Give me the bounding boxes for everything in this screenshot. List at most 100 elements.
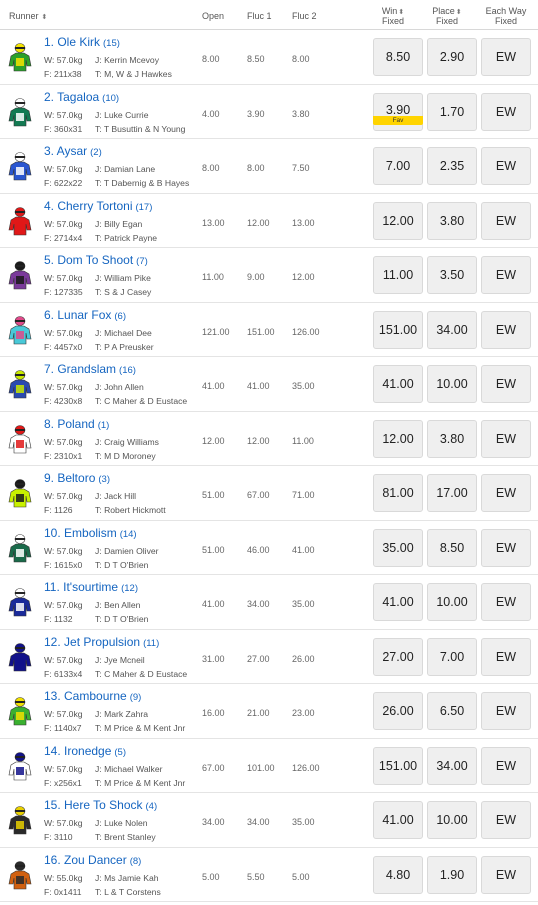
place-odds-button[interactable]: 34.00 (427, 310, 477, 349)
sort-icon[interactable]: ⬍ (42, 14, 48, 21)
each-way-button[interactable]: EW (481, 801, 531, 839)
each-way-button[interactable]: EW (481, 419, 531, 458)
open-price: 8.00 (202, 54, 220, 64)
jockey: J: Mark Zahra (95, 709, 149, 719)
fluc2-price: 7.50 (292, 163, 310, 173)
runner-form-trainer: F: 127335 T: S & J Casey (44, 287, 151, 297)
runner-name[interactable]: 3. Aysar (2) (44, 144, 102, 158)
runner-row: 14. Ironedge (5) W: 57.0kg J: Michael Walk… (0, 739, 538, 793)
each-way-button[interactable]: EW (481, 256, 531, 294)
runner-column-header[interactable]: Runner ⬍ (9, 11, 47, 21)
each-way-button[interactable]: EW (481, 147, 531, 185)
each-way-button[interactable]: EW (481, 365, 531, 403)
weight: W: 57.0kg (44, 436, 83, 447)
win-odds-button[interactable]: 151.00 (373, 746, 423, 785)
place-odds-button[interactable]: 10.00 (427, 365, 477, 403)
weight: W: 57.0kg (44, 218, 83, 229)
place-odds-button[interactable]: 3.50 (427, 256, 477, 294)
runner-name[interactable]: 7. Grandslam (16) (44, 362, 136, 376)
place-odds-button[interactable]: 1.90 (427, 855, 477, 894)
win-odds-button[interactable]: 35.00 (373, 528, 423, 567)
runner-row: 1. Ole Kirk (15) W: 57.0kg J: Kerrin Mcevo… (0, 30, 538, 85)
win-odds-button[interactable]: 41.00 (373, 801, 423, 839)
win-odds-button[interactable]: 151.00 (373, 310, 423, 349)
each-way-button[interactable]: EW (481, 692, 531, 730)
fluc1-price: 3.90 (247, 108, 265, 119)
jockey-silk-icon (8, 806, 32, 835)
place-odds-button[interactable]: 2.35 (427, 147, 477, 185)
fluc2-price: 41.00 (292, 544, 315, 555)
place-odds-button[interactable]: 6.50 (427, 692, 477, 730)
runner-form-trainer: F: 211x38 T: M, W & J Hawkes (44, 69, 172, 79)
runner-name[interactable]: 2. Tagaloa (10) (44, 90, 119, 104)
each-way-button[interactable]: EW (481, 583, 531, 621)
win-odds-button[interactable]: 7.00 (373, 147, 423, 185)
win-odds-button[interactable]: 41.00 (373, 365, 423, 403)
runner-name[interactable]: 15. Here To Shock (4) (44, 798, 157, 812)
runner-list: 1. Ole Kirk (15) W: 57.0kg J: Kerrin Mcevo… (0, 30, 538, 902)
win-odds-button[interactable]: 4.80 (373, 855, 423, 894)
runner-row: 4. Cherry Tortoni (17) W: 57.0kg J: Billy … (0, 194, 538, 248)
place-odds-button[interactable]: 3.80 (427, 419, 477, 458)
jockey: J: Ben Allen (95, 600, 141, 610)
win-odds-button[interactable]: 27.00 (373, 637, 423, 676)
place-odds-button[interactable]: 34.00 (427, 746, 477, 785)
jockey-silk-icon (8, 206, 32, 235)
runner-name[interactable]: 11. It'sourtime (12) (44, 580, 138, 594)
win-odds-button[interactable]: 12.00 (373, 419, 423, 458)
win-odds-button[interactable]: 8.50 (373, 38, 423, 76)
win-odds-button[interactable]: 12.00 (373, 201, 423, 240)
runner-name[interactable]: 8. Poland (1) (44, 417, 109, 431)
runner-name[interactable]: 10. Embolism (14) (44, 526, 137, 540)
place-odds-button[interactable]: 1.70 (427, 92, 477, 131)
place-odds-button[interactable]: 3.80 (427, 201, 477, 240)
runner-name[interactable]: 13. Cambourne (9) (44, 689, 141, 703)
place-odds-button[interactable]: 7.00 (427, 637, 477, 676)
each-way-button[interactable]: EW (481, 637, 531, 676)
sort-icon[interactable]: ⬍ (456, 9, 462, 16)
barrier-number: (15) (103, 38, 120, 49)
fluc2-price: 35.00 (292, 817, 315, 827)
runner-name[interactable]: 1. Ole Kirk (15) (44, 35, 120, 49)
place-fixed-column-header[interactable]: Place⬍ Fixed (422, 6, 472, 26)
runner-weight-jockey: W: 57.0kg J: Damian Lane (44, 164, 155, 174)
place-odds-button[interactable]: 10.00 (427, 583, 477, 621)
runner-name[interactable]: 6. Lunar Fox (6) (44, 308, 126, 322)
each-way-button[interactable]: EW (481, 746, 531, 785)
place-odds-button[interactable]: 10.00 (427, 801, 477, 839)
win-odds-button[interactable]: 26.00 (373, 692, 423, 730)
fluc1-price: 8.00 (247, 163, 265, 173)
place-odds-button[interactable]: 17.00 (427, 474, 477, 512)
runner-name[interactable]: 5. Dom To Shoot (7) (44, 253, 148, 267)
runner-name[interactable]: 4. Cherry Tortoni (17) (44, 199, 152, 213)
each-way-button[interactable]: EW (481, 855, 531, 894)
place-odds-button[interactable]: 8.50 (427, 528, 477, 567)
runner-name[interactable]: 12. Jet Propulsion (11) (44, 635, 159, 649)
fluc2-price: 5.00 (292, 871, 310, 882)
form: F: 1132 (44, 614, 73, 624)
each-way-button[interactable]: EW (481, 201, 531, 240)
win-fixed-column-header[interactable]: Win⬍ Fixed (368, 6, 418, 26)
win-odds-button[interactable]: 11.00 (373, 256, 423, 294)
each-way-button[interactable]: EW (481, 474, 531, 512)
win-odds-button[interactable]: 41.00 (373, 583, 423, 621)
fluc2-price: 23.00 (292, 708, 315, 718)
place-odds-button[interactable]: 2.90 (427, 38, 477, 76)
win-odds-button[interactable]: 3.90 (373, 92, 423, 131)
jockey-silk-icon (8, 152, 32, 181)
runner-row: 8. Poland (1) W: 57.0kg J: Craig Williams … (0, 412, 538, 466)
each-way-button[interactable]: EW (481, 38, 531, 76)
each-way-button[interactable]: EW (481, 528, 531, 567)
trainer: T: P A Preusker (95, 341, 154, 352)
barrier-number: (14) (119, 528, 137, 540)
jockey-silk-icon (8, 315, 32, 344)
weight: W: 57.0kg (44, 654, 83, 665)
win-odds-button[interactable]: 81.00 (373, 474, 423, 512)
each-way-button[interactable]: EW (481, 92, 531, 131)
runner-name[interactable]: 9. Beltoro (3) (44, 471, 110, 485)
runner-weight-jockey: W: 57.0kg J: John Allen (44, 382, 144, 392)
runner-name[interactable]: 14. Ironedge (5) (44, 744, 126, 758)
runner-name[interactable]: 16. Zou Dancer (8) (44, 853, 141, 867)
each-way-button[interactable]: EW (481, 310, 531, 349)
sort-icon[interactable]: ⬍ (398, 9, 404, 16)
